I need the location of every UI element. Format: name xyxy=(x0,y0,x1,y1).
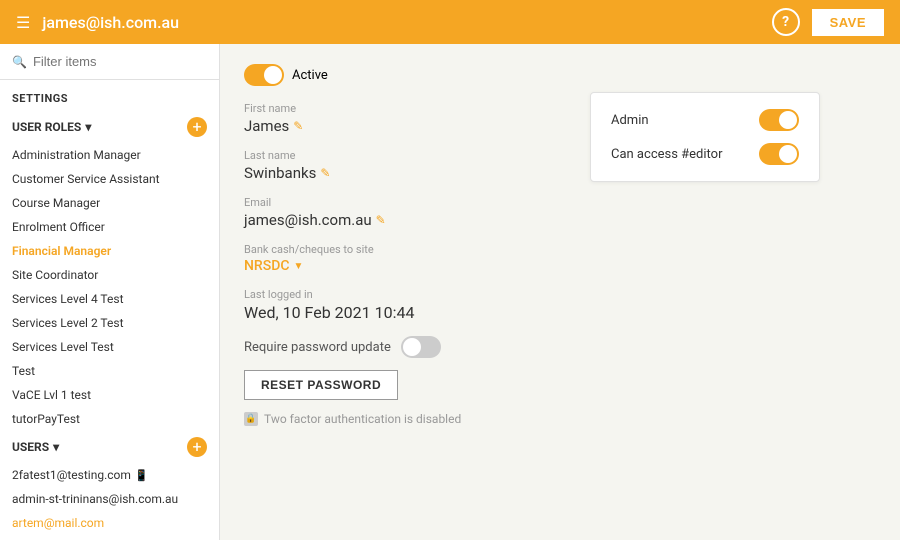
edit-last-name-icon[interactable]: ✎ xyxy=(320,166,330,180)
header: ☰ james@ish.com.au ? SAVE xyxy=(0,0,900,44)
admin-card: Admin Can access #editor xyxy=(590,92,820,182)
role-item-services-level2[interactable]: Services Level 2 Test xyxy=(0,311,219,335)
chevron-down-icon: ▾ xyxy=(53,440,59,454)
header-title: james@ish.com.au xyxy=(42,13,771,32)
mobile-icon: 📱 xyxy=(135,469,149,482)
role-item-tutor[interactable]: tutorPayTest xyxy=(0,407,219,431)
roles-list: Administration Manager Customer Service … xyxy=(0,143,219,431)
filter-bar[interactable]: 🔍 xyxy=(0,44,219,80)
add-user-button[interactable]: + xyxy=(187,437,207,457)
user-item[interactable]: admin-st-trininans@ish.com.au xyxy=(0,487,219,511)
two-factor-row: 🔒 Two factor authentication is disabled xyxy=(244,412,876,426)
user-item[interactable]: 2fatest1@testing.com 📱 xyxy=(0,463,219,487)
role-item-services-level4[interactable]: Services Level 4 Test xyxy=(0,287,219,311)
active-label: Active xyxy=(292,68,328,83)
email-label: Email xyxy=(244,196,876,209)
password-section: Require password update RESET PASSWORD 🔒… xyxy=(244,336,876,426)
active-toggle[interactable] xyxy=(244,64,284,86)
two-factor-label: Two factor authentication is disabled xyxy=(264,412,461,426)
sidebar: 🔍 SETTINGS USER ROLES ▾ + Administration… xyxy=(0,44,220,540)
email-field: Email james@ish.com.au ✎ xyxy=(244,196,876,229)
two-factor-icon: 🔒 xyxy=(244,412,258,426)
search-icon: 🔍 xyxy=(12,55,27,69)
admin-row: Admin xyxy=(611,109,799,131)
admin-toggle[interactable] xyxy=(759,109,799,131)
hamburger-icon[interactable]: ☰ xyxy=(16,13,30,32)
email-value: james@ish.com.au ✎ xyxy=(244,211,876,229)
main-layout: 🔍 SETTINGS USER ROLES ▾ + Administration… xyxy=(0,44,900,540)
filter-input[interactable] xyxy=(33,54,207,69)
reset-password-button[interactable]: RESET PASSWORD xyxy=(244,370,398,400)
edit-first-name-icon[interactable]: ✎ xyxy=(293,119,303,133)
role-item[interactable]: Course Manager xyxy=(0,191,219,215)
help-button[interactable]: ? xyxy=(772,8,800,36)
bank-field: Bank cash/cheques to site NRSDC ▼ xyxy=(244,243,876,274)
add-role-button[interactable]: + xyxy=(187,117,207,137)
settings-section-label: SETTINGS xyxy=(0,80,219,111)
chevron-down-icon: ▾ xyxy=(85,120,91,134)
users-group[interactable]: USERS ▾ + xyxy=(0,431,219,463)
role-item[interactable]: Administration Manager xyxy=(0,143,219,167)
require-password-label: Require password update xyxy=(244,340,391,355)
editor-row: Can access #editor xyxy=(611,143,799,165)
role-item[interactable]: Customer Service Assistant xyxy=(0,167,219,191)
user-roles-group[interactable]: USER ROLES ▾ + xyxy=(0,111,219,143)
user-roles-label: USER ROLES ▾ xyxy=(12,120,91,134)
save-button[interactable]: SAVE xyxy=(812,9,884,36)
role-item-test[interactable]: Test xyxy=(0,359,219,383)
bank-chevron-icon: ▼ xyxy=(294,261,304,272)
require-password-toggle[interactable] xyxy=(401,336,441,358)
editor-toggle[interactable] xyxy=(759,143,799,165)
last-logged-field: Last logged in Wed, 10 Feb 2021 10:44 xyxy=(244,288,876,322)
active-toggle-row: Active xyxy=(244,64,876,86)
bank-value[interactable]: NRSDC ▼ xyxy=(244,258,876,274)
content-area: Active First name James ✎ Last name Swin… xyxy=(220,44,900,540)
admin-label: Admin xyxy=(611,113,649,128)
edit-email-icon[interactable]: ✎ xyxy=(376,213,386,227)
last-logged-label: Last logged in xyxy=(244,288,876,301)
user-item-artem[interactable]: artem@mail.com xyxy=(0,511,219,535)
last-logged-value: Wed, 10 Feb 2021 10:44 xyxy=(244,303,876,322)
editor-label: Can access #editor xyxy=(611,147,723,162)
user-item[interactable]: devadmin@devadmin.com xyxy=(0,535,219,540)
role-item-vace[interactable]: VaCE Lvl 1 test xyxy=(0,383,219,407)
role-item-services-level[interactable]: Services Level Test xyxy=(0,335,219,359)
role-item[interactable]: Enrolment Officer xyxy=(0,215,219,239)
role-item-financial-manager[interactable]: Financial Manager xyxy=(0,239,219,263)
users-label: USERS ▾ xyxy=(12,440,59,454)
users-list: 2fatest1@testing.com 📱 admin-st-trininan… xyxy=(0,463,219,540)
bank-label: Bank cash/cheques to site xyxy=(244,243,876,256)
require-password-row: Require password update xyxy=(244,336,876,358)
role-item[interactable]: Site Coordinator xyxy=(0,263,219,287)
